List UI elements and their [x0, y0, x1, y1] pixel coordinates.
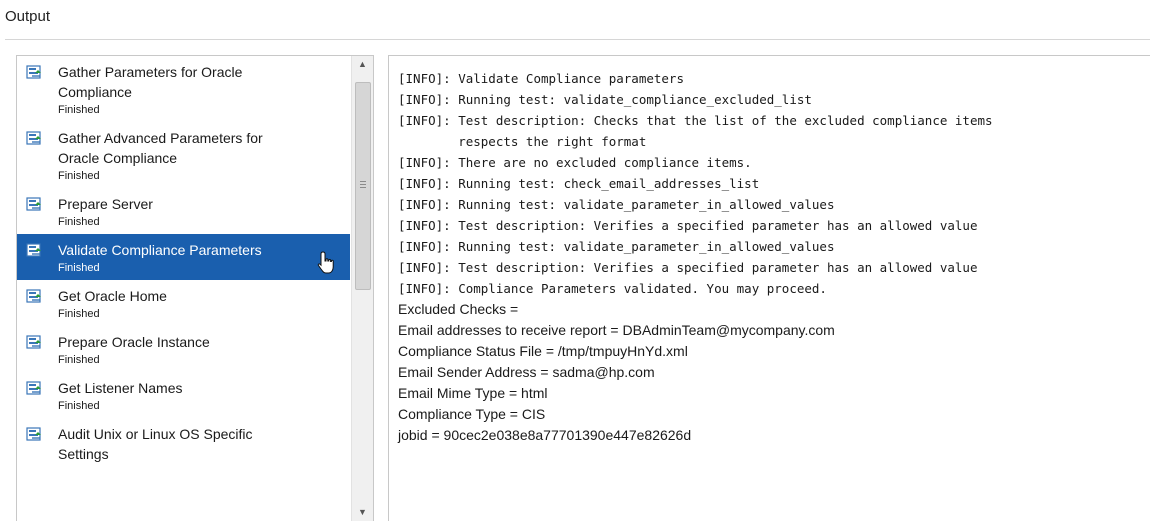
output-parameter-line: Compliance Status File = /tmp/tmpuyHnYd.…: [398, 343, 688, 359]
step-name: Prepare Server: [58, 196, 153, 212]
scroll-thumb[interactable]: [355, 82, 371, 290]
output-parameter-line: Compliance Type = CIS: [398, 406, 546, 422]
log-line: [INFO]: Running test: validate_parameter…: [398, 197, 835, 212]
workflow-step-icon: [26, 242, 42, 258]
step-item[interactable]: Validate Compliance Parameters Finished: [17, 234, 350, 280]
step-name: Gather Parameters for Oracle: [58, 64, 243, 80]
log-line: [INFO]: Validate Compliance parameters: [398, 71, 684, 86]
log-line: respects the right format: [398, 134, 647, 149]
steps-panel: Gather Parameters for Oracle Compliance Fi…: [16, 55, 374, 521]
workflow-step-icon: [26, 130, 42, 146]
log-line: [INFO]: Test description: Checks that th…: [398, 113, 993, 128]
step-item[interactable]: Gather Advanced Parameters for Oracle Com…: [17, 122, 350, 188]
log-line: [INFO]: Test description: Verifies a spe…: [398, 218, 978, 233]
output-parameter-line: jobid = 90cec2e038e8a77701390e447e82626d: [398, 427, 692, 443]
step-status: Finished: [58, 354, 100, 366]
log-line: [INFO]: Running test: check_email_addres…: [398, 176, 760, 191]
step-name: Validate Compliance Parameters: [58, 242, 262, 258]
step-item[interactable]: Prepare Server Finished: [17, 188, 350, 234]
workflow-step-icon: [26, 288, 42, 304]
step-item[interactable]: Gather Parameters for Oracle Compliance Fi…: [17, 56, 350, 122]
step-item[interactable]: Prepare Oracle Instance Finished: [17, 326, 350, 372]
step-name: Gather Advanced Parameters for: [58, 130, 263, 146]
log-line: [INFO]: Compliance Parameters validated.…: [398, 281, 827, 296]
step-status: Finished: [58, 104, 100, 116]
step-item[interactable]: Get Oracle Home Finished: [17, 280, 350, 326]
step-name: Get Listener Names: [58, 380, 183, 396]
output-title: Output: [5, 8, 51, 25]
output-panel[interactable]: [INFO]: Validate Compliance parameters [I…: [388, 55, 1150, 521]
workflow-step-icon: [26, 64, 42, 80]
step-status: Finished: [58, 308, 100, 320]
steps-list: Gather Parameters for Oracle Compliance Fi…: [17, 56, 350, 467]
output-parameter-line: Email Sender Address = sadma@hp.com: [398, 364, 655, 380]
log-line: [INFO]: Running test: validate_complianc…: [398, 92, 812, 107]
step-name: Settings: [58, 446, 109, 462]
log-line: [INFO]: Test description: Verifies a spe…: [398, 260, 978, 275]
scroll-up-button[interactable]: ▲: [352, 56, 373, 73]
step-name: Prepare Oracle Instance: [58, 334, 210, 350]
header-divider: [5, 39, 1150, 40]
step-status: Finished: [58, 262, 100, 274]
step-item[interactable]: Audit Unix or Linux OS Specific Settings: [17, 418, 350, 467]
step-name: Get Oracle Home: [58, 288, 167, 304]
workflow-step-icon: [26, 196, 42, 212]
workflow-step-icon: [26, 426, 42, 442]
output-parameter-line: Email Mime Type = html: [398, 385, 548, 401]
step-item[interactable]: Get Listener Names Finished: [17, 372, 350, 418]
workflow-step-icon: [26, 334, 42, 350]
step-name: Oracle Compliance: [58, 150, 178, 166]
step-name: Audit Unix or Linux OS Specific: [58, 426, 253, 442]
step-name: Compliance: [58, 84, 132, 100]
workflow-step-icon: [26, 380, 42, 396]
output-parameter-line: Email addresses to receive report = DBAd…: [398, 322, 835, 338]
steps-scrollbar[interactable]: ▲ ▼: [351, 56, 373, 521]
step-status: Finished: [58, 400, 100, 412]
step-status: Finished: [58, 216, 100, 228]
log-line: [INFO]: Running test: validate_parameter…: [398, 239, 835, 254]
output-parameter-line: Excluded Checks =: [398, 301, 519, 317]
step-status: Finished: [58, 170, 100, 182]
scroll-down-button[interactable]: ▼: [352, 504, 373, 521]
hand-pointer-icon: [316, 251, 338, 275]
log-line: [INFO]: There are no excluded compliance…: [398, 155, 752, 170]
output-log: [INFO]: Validate Compliance parameters [I…: [398, 68, 993, 446]
